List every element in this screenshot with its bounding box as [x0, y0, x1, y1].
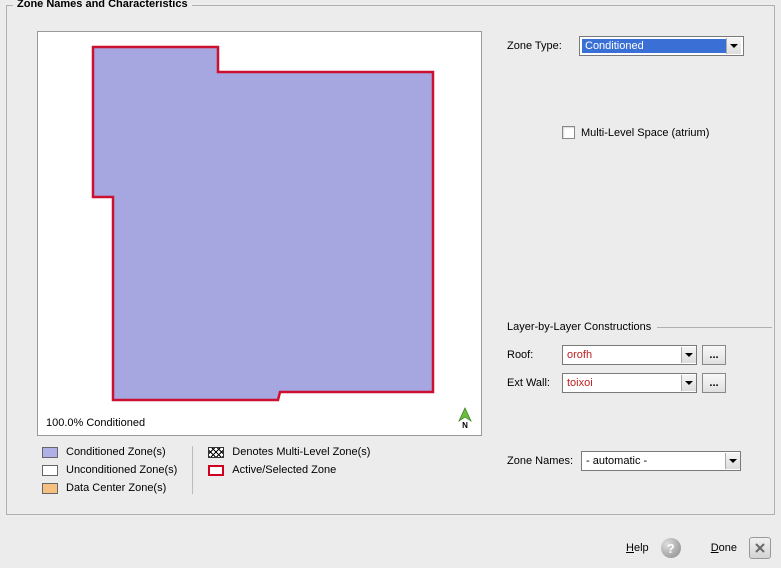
zone-names-value: - automatic -	[582, 455, 651, 467]
floor-plan-view[interactable]: 100.0% Conditioned N	[37, 31, 482, 436]
chevron-down-icon	[726, 38, 741, 54]
unconditioned-swatch-icon	[42, 465, 58, 476]
legend-label: Denotes Multi-Level Zone(s)	[232, 446, 370, 458]
legend-label: Active/Selected Zone	[232, 464, 336, 476]
extwall-label: Ext Wall:	[507, 377, 562, 389]
compass-north-icon: N	[457, 407, 473, 429]
legend-label: Unconditioned Zone(s)	[66, 464, 177, 476]
zone-type-select[interactable]: Conditioned	[579, 36, 744, 56]
zone-type-label: Zone Type:	[507, 40, 579, 52]
svg-text:N: N	[462, 421, 468, 429]
multi-level-label: Multi-Level Space (atrium)	[581, 127, 709, 139]
datacenter-swatch-icon	[42, 483, 58, 494]
close-icon	[754, 542, 766, 554]
legend-item-datacenter: Data Center Zone(s)	[42, 482, 177, 494]
zone-names-label: Zone Names:	[507, 455, 573, 467]
roof-label: Roof:	[507, 349, 562, 361]
legend-item-conditioned: Conditioned Zone(s)	[42, 446, 177, 458]
zone-polygon	[38, 32, 483, 437]
legend-item-active: Active/Selected Zone	[208, 464, 370, 476]
roof-select[interactable]: orofh	[562, 345, 697, 365]
help-icon[interactable]: ?	[661, 538, 681, 558]
layer-section-title: Layer-by-Layer Constructions	[507, 321, 651, 333]
legend-item-unconditioned: Unconditioned Zone(s)	[42, 464, 177, 476]
dialog-footer: Help ? Done	[0, 528, 781, 568]
fieldset-title: Zone Names and Characteristics	[13, 0, 192, 10]
chevron-down-icon	[725, 453, 740, 469]
legend-divider	[192, 446, 193, 494]
legend-label: Conditioned Zone(s)	[66, 446, 166, 458]
extwall-value: toixoi	[563, 377, 597, 389]
close-button[interactable]	[749, 537, 771, 559]
conditioned-percent-label: 100.0% Conditioned	[46, 417, 145, 429]
legend: Conditioned Zone(s) Unconditioned Zone(s…	[42, 446, 487, 494]
active-swatch-icon	[208, 465, 224, 476]
chevron-down-icon	[681, 375, 696, 391]
help-link[interactable]: Help	[626, 542, 649, 554]
legend-item-multilevel: Denotes Multi-Level Zone(s)	[208, 446, 370, 458]
section-divider	[657, 327, 772, 328]
extwall-select[interactable]: toixoi	[562, 373, 697, 393]
chevron-down-icon	[681, 347, 696, 363]
done-link[interactable]: Done	[711, 542, 737, 554]
zone-names-select[interactable]: - automatic -	[581, 451, 741, 471]
conditioned-swatch-icon	[42, 447, 58, 458]
legend-label: Data Center Zone(s)	[66, 482, 166, 494]
roof-browse-button[interactable]: ...	[702, 345, 726, 365]
multi-level-checkbox[interactable]	[562, 126, 575, 139]
zone-characteristics-fieldset: Zone Names and Characteristics 100.0% Co…	[6, 5, 775, 515]
zone-type-value: Conditioned	[582, 39, 726, 53]
multilevel-swatch-icon	[208, 447, 224, 458]
extwall-browse-button[interactable]: ...	[702, 373, 726, 393]
roof-value: orofh	[563, 349, 596, 361]
